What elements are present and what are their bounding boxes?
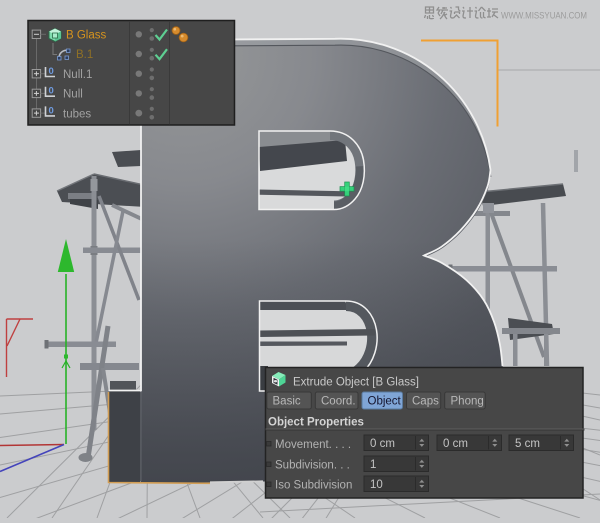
svg-text:0: 0 <box>49 66 54 77</box>
svg-text:0: 0 <box>49 105 54 116</box>
svg-text:WWW.MISSYUAN.COM: WWW.MISSYUAN.COM <box>501 11 587 22</box>
svg-text:0 cm: 0 cm <box>443 438 468 450</box>
svg-text:Movement. . . .: Movement. . . . <box>275 439 351 451</box>
svg-text:Null.1: Null.1 <box>63 69 92 81</box>
svg-text:0: 0 <box>49 86 54 97</box>
svg-text:Caps: Caps <box>412 396 439 408</box>
svg-text:Coord.: Coord. <box>321 396 356 408</box>
svg-text:B Glass: B Glass <box>66 30 107 42</box>
svg-text:Null: Null <box>63 89 83 101</box>
svg-text:Basic: Basic <box>273 396 301 408</box>
svg-text:10: 10 <box>370 479 383 491</box>
svg-text:5 cm: 5 cm <box>515 438 540 450</box>
svg-text:Phong: Phong <box>451 396 484 408</box>
svg-text:1: 1 <box>370 459 376 471</box>
svg-text:Iso Subdivision: Iso Subdivision <box>275 480 352 492</box>
svg-text:Object: Object <box>368 396 402 408</box>
svg-text:Extrude Object [B Glass]: Extrude Object [B Glass] <box>293 377 419 389</box>
svg-text:B.1: B.1 <box>76 49 93 61</box>
svg-text:0 cm: 0 cm <box>370 438 395 450</box>
svg-text:Object Properties: Object Properties <box>268 417 364 429</box>
svg-text:Subdivision. . .: Subdivision. . . <box>275 460 350 472</box>
svg-text:tubes: tubes <box>63 108 91 120</box>
